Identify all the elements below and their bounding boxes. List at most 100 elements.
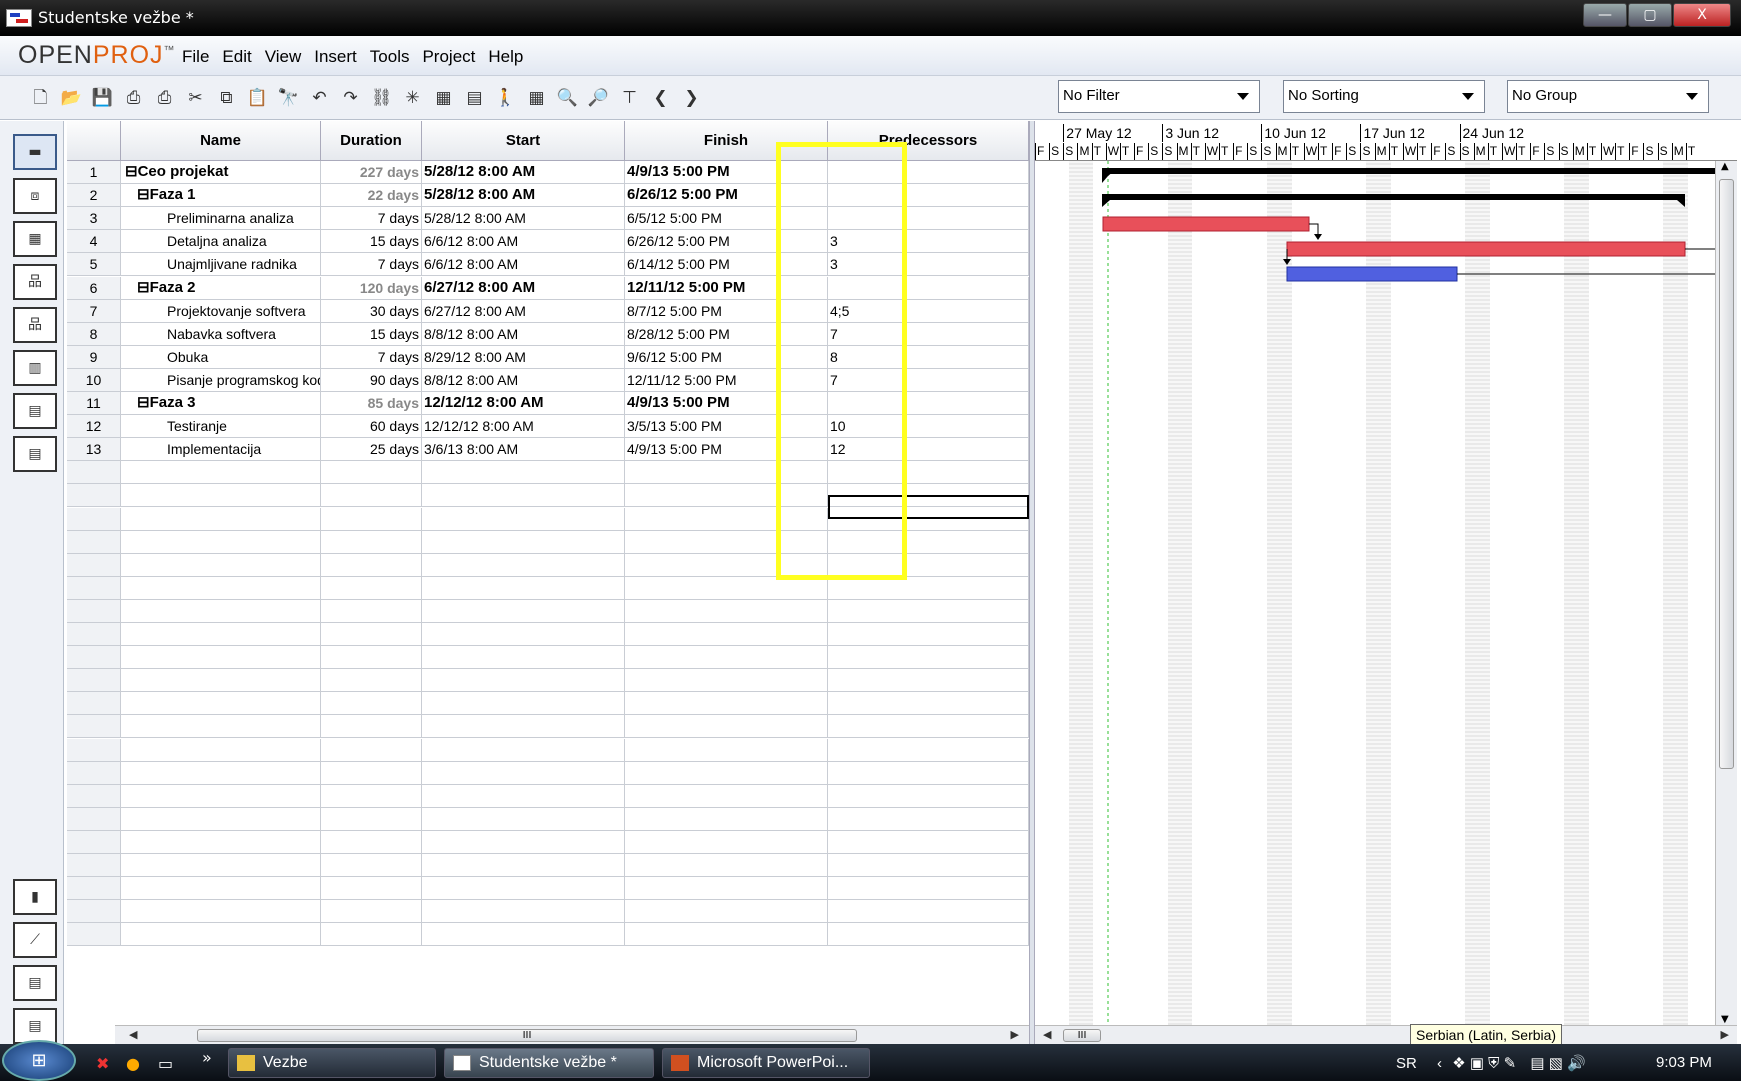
task-start[interactable]	[422, 646, 625, 670]
task-usage-view-icon[interactable]: ▤	[13, 393, 57, 429]
task-finish[interactable]	[625, 692, 828, 716]
task-usage-detail-icon[interactable]: ▤	[13, 965, 57, 1001]
empty-row[interactable]	[67, 576, 1029, 600]
task-start[interactable]: 8/29/12 8:00 AM	[422, 345, 625, 369]
scroll-left-icon[interactable]: ◀	[129, 1028, 137, 1041]
task-predecessors[interactable]	[828, 646, 1029, 670]
gantt-vscroll-thumb[interactable]	[1719, 179, 1734, 769]
scroll-up-icon[interactable]: ▲	[1721, 161, 1729, 172]
bar-unajmljivane-radnika[interactable]	[1286, 266, 1458, 282]
task-name[interactable]: Pisanje programskog kod	[121, 368, 321, 392]
empty-row[interactable]	[67, 877, 1029, 901]
scroll-right-icon[interactable]: ▶	[1721, 1028, 1729, 1041]
collapse-toggle-icon[interactable]: ⊟	[125, 163, 138, 180]
task-duration[interactable]: 30 days	[321, 299, 422, 323]
task-finish[interactable]	[625, 854, 828, 878]
task-finish[interactable]	[625, 623, 828, 647]
paste-icon[interactable]: 📋	[245, 86, 270, 111]
task-start[interactable]	[422, 900, 625, 924]
task-duration[interactable]	[321, 507, 422, 531]
notes-icon[interactable]: ▤	[462, 86, 487, 111]
task-duration[interactable]	[321, 900, 422, 924]
task-start[interactable]	[422, 807, 625, 831]
task-start[interactable]: 12/12/12 8:00 AM	[422, 415, 625, 439]
taskbar-item-studentske-vezbe[interactable]: Studentske vežbe *	[444, 1048, 654, 1078]
task-start[interactable]	[422, 830, 625, 854]
task-duration[interactable]	[321, 484, 422, 508]
quick-launch-desktop-icon[interactable]: ▭	[158, 1054, 173, 1073]
resource-usage-view-icon[interactable]: ▤	[13, 436, 57, 472]
task-finish[interactable]	[625, 830, 828, 854]
network-view-icon[interactable]: ⧈	[13, 178, 57, 214]
empty-row[interactable]	[67, 830, 1029, 854]
task-name[interactable]	[121, 599, 321, 623]
task-duration[interactable]	[321, 784, 422, 808]
maximize-button[interactable]: ▢	[1628, 3, 1672, 27]
task-name[interactable]: Testiranje	[121, 415, 321, 439]
task-duration[interactable]	[321, 669, 422, 693]
task-name[interactable]	[121, 738, 321, 762]
tray-tool-icon[interactable]: ✎	[1504, 1055, 1517, 1072]
quick-launch-close-icon[interactable]: ✖	[96, 1054, 109, 1073]
task-predecessors[interactable]	[828, 623, 1029, 647]
task-name[interactable]	[121, 484, 321, 508]
summary-bar-ceo-projekat[interactable]	[1102, 168, 1737, 174]
task-start[interactable]: 5/28/12 8:00 AM	[422, 161, 625, 185]
task-start[interactable]	[422, 599, 625, 623]
task-predecessors[interactable]	[828, 877, 1029, 901]
task-finish[interactable]	[625, 738, 828, 762]
menu-edit[interactable]: Edit	[222, 47, 251, 67]
duration-header[interactable]: Duration	[321, 121, 422, 161]
taskbar-item-powerpoint[interactable]: Microsoft PowerPoi...	[662, 1048, 870, 1078]
task-start[interactable]	[422, 576, 625, 600]
clock[interactable]: 9:03 PM	[1656, 1054, 1712, 1071]
name-header[interactable]: Name	[121, 121, 321, 161]
resources-view-icon[interactable]: ▦	[13, 221, 57, 257]
task-duration[interactable]: 227 days	[321, 161, 422, 185]
sorting-select[interactable]: No Sorting	[1283, 80, 1485, 113]
calendar-icon[interactable]: ▦	[524, 86, 549, 111]
scroll-right-icon[interactable]: ▶	[1011, 1028, 1019, 1041]
scroll-to-task-icon[interactable]: ⊤	[617, 86, 642, 111]
resource-usage-detail-icon[interactable]: ▤	[13, 1008, 57, 1044]
save-icon[interactable]: 💾	[90, 86, 115, 111]
task-start[interactable]: 6/27/12 8:00 AM	[422, 299, 625, 323]
task-start[interactable]	[422, 507, 625, 531]
next-icon[interactable]: ❯	[679, 86, 704, 111]
task-predecessors[interactable]	[828, 784, 1029, 808]
task-start[interactable]	[422, 530, 625, 554]
task-duration[interactable]	[321, 761, 422, 785]
task-finish[interactable]	[625, 877, 828, 901]
undo-icon[interactable]: ↶	[307, 86, 332, 111]
find-icon[interactable]: 🔭	[276, 86, 301, 111]
task-name[interactable]	[121, 877, 321, 901]
menu-insert[interactable]: Insert	[314, 47, 357, 67]
empty-row[interactable]	[67, 923, 1029, 947]
task-name[interactable]	[121, 784, 321, 808]
group-select[interactable]: No Group	[1507, 80, 1709, 113]
task-name[interactable]: ⊟Ceo projekat	[121, 161, 321, 185]
task-start[interactable]	[422, 484, 625, 508]
task-duration[interactable]	[321, 738, 422, 762]
task-predecessors[interactable]	[828, 599, 1029, 623]
task-finish[interactable]	[625, 576, 828, 600]
task-predecessors[interactable]	[828, 576, 1029, 600]
grid-horizontal-scrollbar[interactable]: ◀ III ▶	[115, 1025, 1029, 1044]
task-name[interactable]: Obuka	[121, 345, 321, 369]
task-duration[interactable]: 120 days	[321, 276, 422, 300]
task-duration[interactable]	[321, 854, 422, 878]
close-button[interactable]: X	[1673, 3, 1731, 27]
task-name[interactable]	[121, 807, 321, 831]
task-start[interactable]: 8/8/12 8:00 AM	[422, 368, 625, 392]
task-start[interactable]	[422, 923, 625, 947]
task-predecessors[interactable]	[828, 923, 1029, 947]
language-indicator[interactable]: SR	[1396, 1055, 1417, 1072]
task-duration[interactable]	[321, 830, 422, 854]
task-predecessors[interactable]	[828, 807, 1029, 831]
minimize-button[interactable]: —	[1583, 3, 1627, 27]
menu-project[interactable]: Project	[422, 47, 475, 67]
task-start[interactable]: 5/28/12 8:00 AM	[422, 207, 625, 231]
menu-help[interactable]: Help	[488, 47, 523, 67]
task-name[interactable]	[121, 530, 321, 554]
redo-icon[interactable]: ↷	[338, 86, 363, 111]
